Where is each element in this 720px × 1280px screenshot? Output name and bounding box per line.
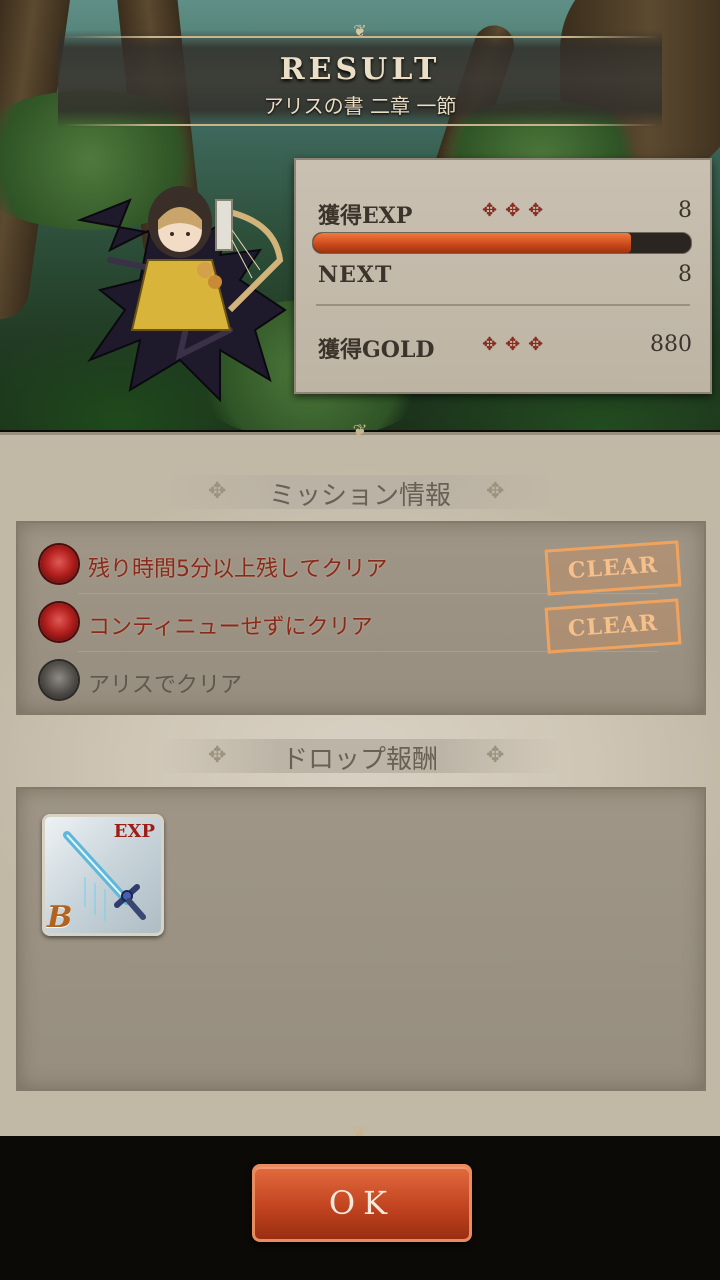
exp-label: 獲得EXP — [318, 203, 413, 229]
gold-rank-dots: ✥✥✥ — [482, 334, 552, 355]
mission-item: コンティニューせずにクリア CLEAR — [40, 598, 682, 654]
mission-item: アリスでクリア — [40, 657, 680, 705]
banner-ornament-icon: ❦ — [353, 21, 367, 40]
stage-name: アリスの書 二章 一節 — [263, 94, 457, 118]
mission-text: コンティニューせずにクリア — [88, 615, 373, 640]
exp-progress-fill — [313, 233, 631, 253]
banner-bottom-line — [62, 124, 658, 126]
rose-icon — [40, 603, 78, 641]
rose-icon — [40, 545, 78, 583]
reward-grade-badge: B — [47, 900, 73, 935]
gold-value: 880 — [650, 332, 692, 357]
battle-scene-background: ❦ RESULT アリスの書 二章 一節 獲得EXP ✥✥✥ 8 NEXT 8 — [0, 0, 720, 430]
character-sprite — [76, 186, 287, 403]
mission-divider — [78, 593, 658, 594]
clear-stamp: CLEAR — [544, 598, 682, 654]
stats-divider — [316, 304, 690, 306]
ok-button[interactable]: OK — [252, 1164, 472, 1242]
mission-text: アリスでクリア — [88, 673, 243, 698]
mission-divider — [78, 651, 658, 652]
exp-rank-dots: ✥✥✥ — [482, 200, 552, 221]
mission-item: 残り時間5分以上残してクリア CLEAR — [40, 540, 682, 596]
mission-heading: ミッション情報 — [268, 481, 451, 511]
divider-ornament-icon: ❦ — [352, 421, 368, 442]
result-title: RESULT — [279, 52, 441, 87]
drop-item-weapon[interactable]: EXP B — [42, 814, 164, 936]
stats-panel: 獲得EXP ✥✥✥ 8 NEXT 8 獲得GOLD ✥✥✥ 880 — [294, 158, 712, 394]
exp-progress-bar — [312, 232, 692, 254]
clear-stamp: CLEAR — [544, 540, 682, 596]
rose-icon — [40, 661, 78, 699]
mission-list: 残り時間5分以上残してクリア CLEAR コンティニューせずにクリア CLEAR… — [16, 521, 706, 715]
exp-value: 8 — [678, 198, 692, 223]
next-label: NEXT — [318, 262, 393, 288]
reward-exp-tag: EXP — [113, 821, 155, 842]
gold-label: 獲得GOLD — [318, 337, 435, 363]
next-value: 8 — [678, 262, 692, 287]
mission-text: 残り時間5分以上残してクリア — [88, 557, 388, 582]
drop-heading: ドロップ報酬 — [281, 745, 438, 775]
result-details-panel: ❦ ✥ ✥ ミッション情報 残り時間5分以上残してクリア CLEAR コンティニ… — [0, 421, 720, 1144]
